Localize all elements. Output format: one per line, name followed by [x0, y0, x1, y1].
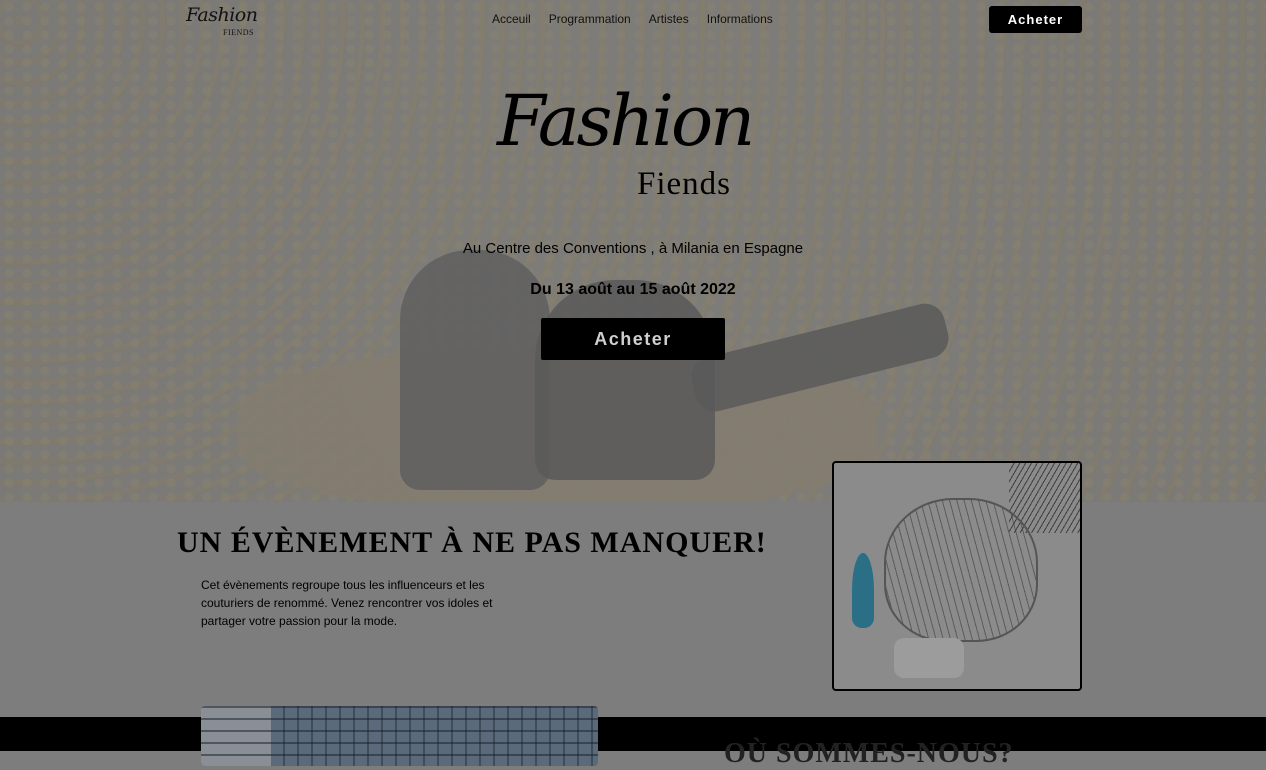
nav-link-programmation[interactable]: Programmation: [549, 12, 631, 26]
blue-object-shape: [852, 553, 874, 628]
nav-logo[interactable]: Fashion FIENDS: [186, 4, 266, 40]
nav-links: Acceuil Programmation Artistes Informati…: [492, 12, 773, 26]
building-photo: [201, 706, 598, 766]
building-side-shape: [201, 706, 271, 766]
hero-logo: Fashion Fiends: [497, 80, 777, 208]
location-section-band: [0, 717, 1266, 751]
nav-link-informations[interactable]: Informations: [707, 12, 773, 26]
chair-photo: [832, 461, 1082, 691]
bag-shape: [894, 638, 964, 678]
where-title: OÙ SOMMES-NOUS?: [724, 738, 1014, 769]
hero-location: Au Centre des Conventions , à Milania en…: [462, 240, 804, 257]
nav-logo-script: Fashion: [186, 4, 258, 26]
event-title: UN ÉVÈNEMENT À NE PAS MANQUER!: [177, 526, 767, 559]
nav-logo-sub: FIENDS: [223, 28, 255, 37]
top-navbar: Fashion FIENDS Acceuil Programmation Art…: [0, 0, 1266, 44]
hero-section: Fashion Fiends Au Centre des Conventions…: [0, 0, 1266, 502]
hero-logo-sub: Fiends: [637, 166, 732, 202]
nav-buy-button[interactable]: Acheter: [989, 6, 1082, 33]
hero-dates: Du 13 août au 15 août 2022: [530, 281, 736, 298]
nav-link-acceuil[interactable]: Acceuil: [492, 12, 531, 26]
chair-shape: [884, 498, 1038, 642]
hero-buy-button[interactable]: Acheter: [541, 318, 725, 360]
nav-link-artistes[interactable]: Artistes: [649, 12, 689, 26]
event-description: Cet évènements regroupe tous les influen…: [201, 578, 493, 628]
hero-logo-script: Fashion: [497, 80, 755, 162]
